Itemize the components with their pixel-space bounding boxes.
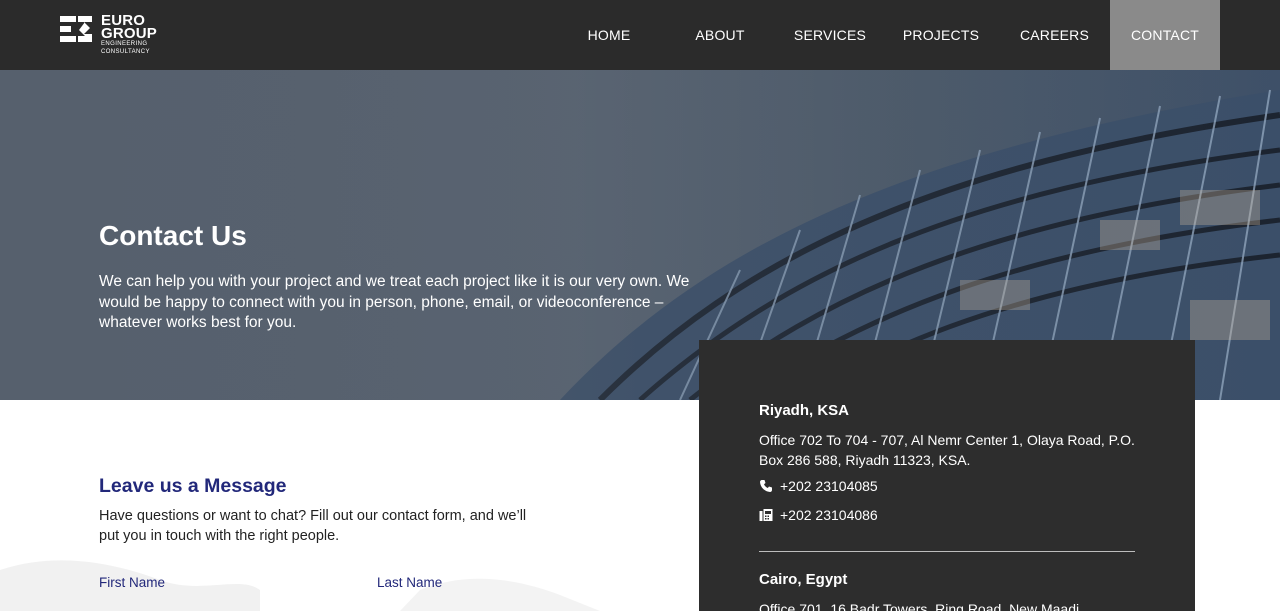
leave-message-title: Leave us a Message	[99, 475, 287, 497]
nav-about[interactable]: ABOUT	[663, 0, 777, 70]
nav-contact[interactable]: CONTACT	[1110, 0, 1220, 70]
fax-icon	[759, 509, 773, 521]
leave-message-text: Have questions or want to chat? Fill out…	[99, 508, 527, 544]
offices-card: Riyadh, KSA Office 702 To 704 - 707, Al …	[699, 340, 1195, 611]
main-navigation: HOME ABOUT SERVICES PROJECTS CAREERS CON…	[555, 0, 1220, 70]
fax-number: +202 23104086	[780, 507, 878, 523]
phone-row[interactable]: +202 23104085	[759, 478, 878, 494]
nav-home[interactable]: HOME	[555, 0, 663, 70]
page-title: Contact Us	[99, 220, 247, 251]
nav-services[interactable]: SERVICES	[777, 0, 883, 70]
office-address-riyadh: Office 702 To 704 - 707, Al Nemr Center …	[759, 432, 1135, 468]
offices-divider	[759, 551, 1135, 552]
hero-description: We can help you with your project and we…	[99, 273, 690, 332]
first-name-label: First Name	[99, 575, 166, 590]
logo-line2: GROUP	[101, 25, 158, 42]
phone-number: +202 23104085	[780, 478, 878, 494]
logo-text: EURO GROUP ENGINEERING CONSULTANCY	[101, 13, 158, 55]
euro-group-logo[interactable]: EURO GROUP ENGINEERING CONSULTANCY	[58, 13, 168, 58]
nav-projects[interactable]: PROJECTS	[883, 0, 999, 70]
office-address-cairo: Office 701, 16 Badr Towers, Ring Road, N…	[759, 601, 1080, 611]
office-city-riyadh: Riyadh, KSA	[759, 402, 850, 419]
last-name-label: Last Name	[377, 575, 443, 590]
phone-icon	[760, 480, 772, 492]
logo-mark-icon	[60, 16, 92, 42]
nav-careers[interactable]: CAREERS	[999, 0, 1110, 70]
logo-sub2: CONSULTANCY	[101, 48, 150, 55]
site-header: EURO GROUP ENGINEERING CONSULTANCY HOME …	[0, 0, 1280, 70]
fax-row[interactable]: +202 23104086	[759, 507, 878, 523]
office-city-cairo: Cairo, Egypt	[759, 571, 848, 588]
